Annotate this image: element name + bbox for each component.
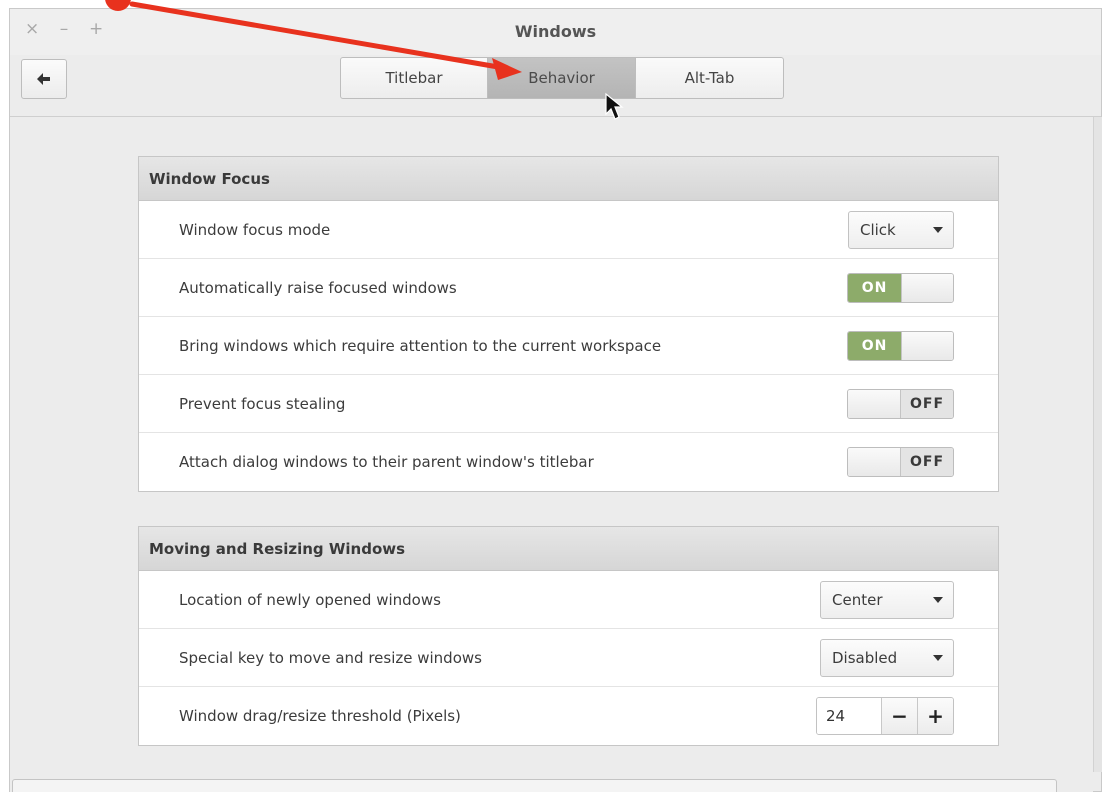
titlebar: × – + Windows bbox=[10, 9, 1101, 55]
tab-bar: Titlebar Behavior Alt-Tab bbox=[340, 57, 784, 99]
row-label: Window drag/resize threshold (Pixels) bbox=[179, 707, 461, 725]
dropdown-arrow-icon bbox=[933, 596, 943, 603]
combo-value: Center bbox=[832, 590, 883, 609]
switch-state: ON bbox=[848, 273, 901, 302]
location-combo[interactable]: Center bbox=[820, 580, 954, 619]
back-arrow-icon bbox=[37, 73, 50, 85]
dropdown-arrow-icon bbox=[933, 654, 943, 661]
statusbar bbox=[10, 772, 1093, 792]
toolbar: Titlebar Behavior Alt-Tab bbox=[10, 55, 1101, 117]
focus-mode-combo[interactable]: Click bbox=[848, 210, 954, 249]
row-bring-attention: Bring windows which require attention to… bbox=[139, 317, 998, 375]
threshold-input[interactable] bbox=[817, 698, 881, 734]
section-title: Window Focus bbox=[139, 157, 998, 201]
row-auto-raise: Automatically raise focused windows ON bbox=[139, 259, 998, 317]
tab-label: Alt-Tab bbox=[684, 69, 735, 87]
switch-knob bbox=[901, 273, 953, 302]
threshold-spinbutton: − + bbox=[816, 697, 954, 735]
row-label: Attach dialog windows to their parent wi… bbox=[179, 453, 594, 471]
switch-knob bbox=[848, 448, 901, 476]
attach-dialogs-switch[interactable]: OFF bbox=[847, 447, 954, 477]
row-label: Special key to move and resize windows bbox=[179, 648, 482, 667]
tab-alt-tab[interactable]: Alt-Tab bbox=[636, 57, 784, 99]
row-label: Bring windows which require attention to… bbox=[179, 336, 662, 355]
row-label: Location of newly opened windows bbox=[179, 590, 441, 609]
switch-knob bbox=[901, 331, 953, 360]
tab-behavior[interactable]: Behavior bbox=[488, 57, 636, 99]
row-window-focus-mode: Window focus mode Click bbox=[139, 201, 998, 259]
row-prevent-focus-stealing: Prevent focus stealing OFF bbox=[139, 375, 998, 433]
decrement-button[interactable]: − bbox=[881, 698, 917, 734]
row-label: Window focus mode bbox=[179, 220, 331, 239]
dropdown-arrow-icon bbox=[933, 226, 943, 233]
prevent-focus-stealing-switch[interactable]: OFF bbox=[847, 388, 954, 419]
increment-button[interactable]: + bbox=[917, 698, 953, 734]
section-title: Moving and Resizing Windows bbox=[139, 527, 998, 571]
bring-attention-switch[interactable]: ON bbox=[847, 330, 954, 361]
switch-state: OFF bbox=[901, 448, 953, 476]
combo-value: Click bbox=[860, 220, 896, 239]
vertical-scrollbar[interactable] bbox=[1093, 117, 1102, 772]
settings-content[interactable]: Window Focus Window focus mode Click Aut… bbox=[10, 117, 1093, 772]
row-new-window-location: Location of newly opened windows Center bbox=[139, 571, 998, 629]
back-button[interactable] bbox=[21, 59, 67, 99]
switch-state: OFF bbox=[901, 389, 953, 418]
tab-label: Titlebar bbox=[385, 69, 443, 87]
row-drag-threshold: Window drag/resize threshold (Pixels) − … bbox=[139, 687, 998, 745]
settings-window: × – + Windows Titlebar Behavior Alt-Tab … bbox=[9, 8, 1102, 792]
section-moving-resizing: Moving and Resizing Windows Location of … bbox=[138, 526, 999, 746]
row-label: Prevent focus stealing bbox=[179, 394, 346, 413]
row-label: Automatically raise focused windows bbox=[179, 278, 457, 297]
section-window-focus: Window Focus Window focus mode Click Aut… bbox=[138, 156, 999, 492]
auto-raise-switch[interactable]: ON bbox=[847, 272, 954, 303]
tab-label: Behavior bbox=[528, 69, 595, 87]
row-attach-dialogs: Attach dialog windows to their parent wi… bbox=[139, 433, 998, 491]
switch-knob bbox=[848, 389, 901, 418]
row-special-key: Special key to move and resize windows D… bbox=[139, 629, 998, 687]
switch-state: ON bbox=[848, 331, 901, 360]
status-field bbox=[12, 779, 1057, 792]
window-title: Windows bbox=[514, 22, 597, 41]
special-key-combo[interactable]: Disabled bbox=[820, 638, 954, 677]
combo-value: Disabled bbox=[832, 648, 898, 667]
tab-titlebar[interactable]: Titlebar bbox=[340, 57, 488, 99]
